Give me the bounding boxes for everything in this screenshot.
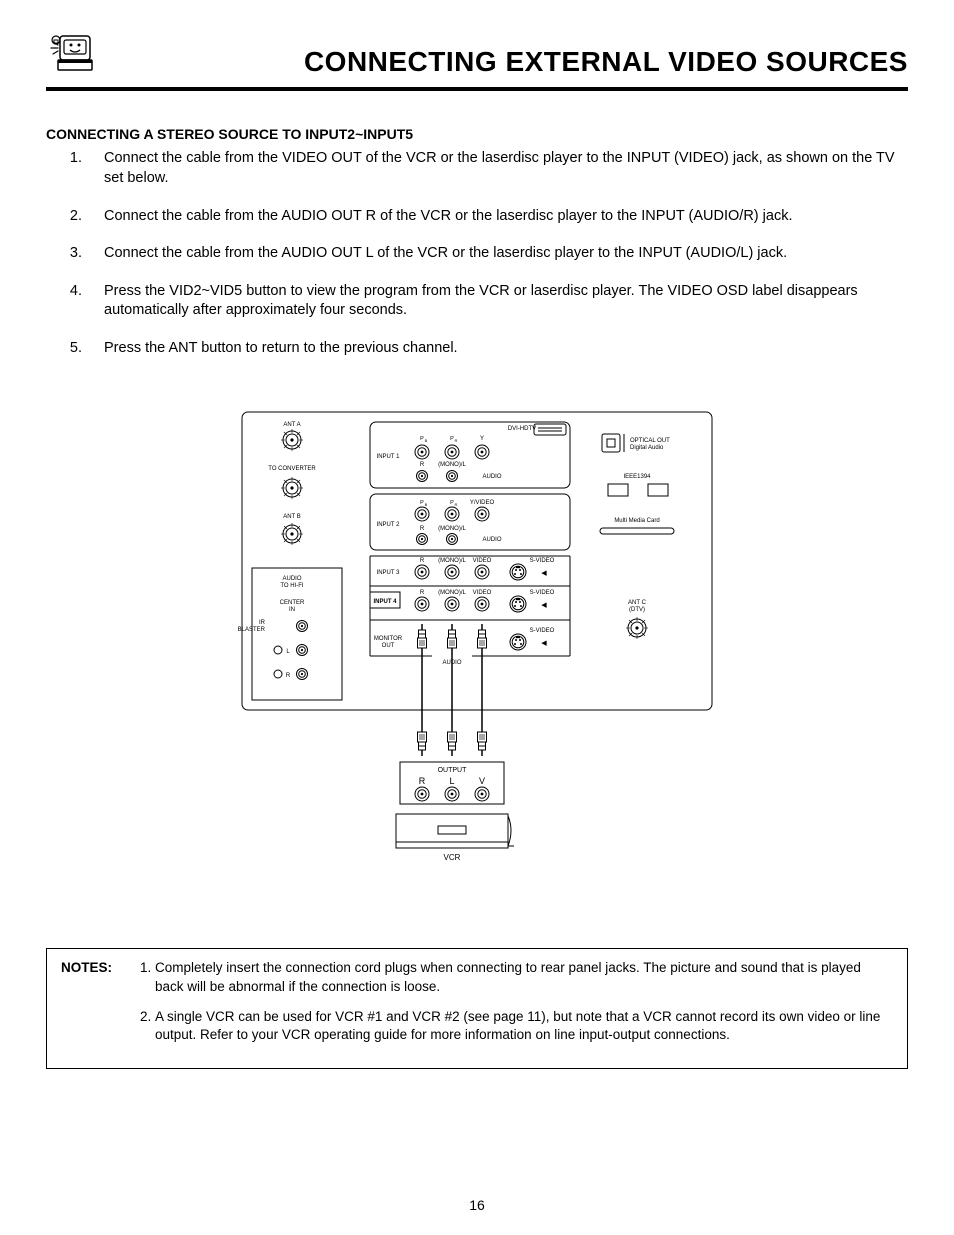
svg-text:B: B	[425, 502, 428, 507]
svg-text:INPUT 2: INPUT 2	[377, 522, 401, 528]
svg-text:MONITOR: MONITOR	[374, 636, 403, 642]
svg-text:P: P	[420, 436, 424, 442]
notes-box: NOTES: Completely insert the connection …	[46, 948, 908, 1069]
svg-text:TO CONVERTER: TO CONVERTER	[268, 466, 316, 472]
manual-mascot-icon	[46, 30, 100, 83]
page-number: 16	[0, 1196, 954, 1215]
section-subtitle: CONNECTING A STEREO SOURCE TO INPUT2~INP…	[46, 125, 908, 144]
svg-text:CENTER: CENTER	[280, 600, 305, 606]
svg-text:AUDIO: AUDIO	[482, 474, 501, 480]
notes-list: Completely insert the connection cord pl…	[131, 959, 893, 1056]
note-item: Completely insert the connection cord pl…	[155, 959, 893, 995]
svg-text:AUDIO: AUDIO	[482, 537, 501, 543]
svg-text:R: R	[420, 558, 425, 564]
svg-text:B: B	[425, 438, 428, 443]
svg-text:ANT A: ANT A	[283, 422, 300, 428]
step-item: Press the VID2~VID5 button to view the p…	[86, 282, 908, 321]
svg-text:Digital Audio: Digital Audio	[630, 445, 664, 451]
svg-text:OPTICAL OUT: OPTICAL OUT	[630, 438, 670, 444]
svg-text:R: R	[420, 462, 425, 468]
svg-text:IEEE1394: IEEE1394	[623, 474, 651, 480]
page-title: CONNECTING EXTERNAL VIDEO SOURCES	[110, 43, 908, 83]
svg-text:IN: IN	[289, 607, 295, 613]
svg-text:INPUT 1: INPUT 1	[377, 454, 401, 460]
svg-text:R: R	[419, 776, 426, 786]
svg-text:Y: Y	[480, 436, 484, 442]
step-item: Connect the cable from the AUDIO OUT L o…	[86, 244, 908, 264]
svg-text:(MONO)/L: (MONO)/L	[438, 590, 466, 596]
svg-text:VIDEO: VIDEO	[473, 590, 492, 596]
svg-text:◀: ◀	[541, 570, 547, 577]
svg-text:(MONO)/L: (MONO)/L	[438, 462, 466, 468]
svg-text:S-VIDEO: S-VIDEO	[530, 558, 555, 564]
svg-text:L: L	[449, 776, 454, 786]
step-item: Connect the cable from the VIDEO OUT of …	[86, 149, 908, 188]
svg-text:(MONO)/L: (MONO)/L	[438, 526, 466, 532]
svg-text:ANT B: ANT B	[283, 514, 301, 520]
svg-text:VCR: VCR	[444, 853, 461, 862]
steps-list: Connect the cable from the VIDEO OUT of …	[58, 149, 908, 358]
svg-text:AUDIO: AUDIO	[282, 576, 301, 582]
svg-text:(DTV): (DTV)	[629, 607, 645, 613]
svg-text:L: L	[286, 649, 290, 655]
step-item: Press the ANT button to return to the pr…	[86, 339, 908, 359]
notes-label: NOTES:	[61, 959, 131, 1056]
connection-diagram: ANT A TO CONVERTER ANT B AUDIO TO HI-FI …	[232, 408, 722, 888]
svg-text:Y/VIDEO: Y/VIDEO	[470, 500, 495, 506]
svg-text:DVI-HDTV: DVI-HDTV	[508, 426, 536, 432]
svg-text:R: R	[420, 590, 425, 596]
svg-text:INPUT 4: INPUT 4	[373, 599, 397, 605]
svg-text:IR: IR	[259, 620, 266, 626]
step-item: Connect the cable from the AUDIO OUT R o…	[86, 207, 908, 227]
svg-text:(MONO)/L: (MONO)/L	[438, 558, 466, 564]
note-item: A single VCR can be used for VCR #1 and …	[155, 1008, 893, 1044]
svg-text:OUT: OUT	[382, 643, 395, 649]
svg-text:P: P	[420, 500, 424, 506]
svg-text:R: R	[455, 502, 458, 507]
svg-text:ANT C: ANT C	[628, 600, 647, 606]
svg-text:V: V	[479, 776, 485, 786]
svg-text:BLASTER: BLASTER	[238, 627, 266, 633]
svg-text:◀: ◀	[541, 602, 547, 609]
svg-text:S-VIDEO: S-VIDEO	[530, 628, 555, 634]
svg-text:R: R	[420, 526, 425, 532]
svg-text:Multi Media Card: Multi Media Card	[614, 518, 659, 524]
svg-text:R: R	[455, 438, 458, 443]
svg-text:TO HI-FI: TO HI-FI	[280, 583, 304, 589]
title-rule	[46, 87, 908, 91]
svg-text:S-VIDEO: S-VIDEO	[530, 590, 555, 596]
svg-text:INPUT 3: INPUT 3	[377, 570, 401, 576]
svg-text:◀: ◀	[541, 640, 547, 647]
svg-text:R: R	[286, 673, 291, 679]
svg-text:OUTPUT: OUTPUT	[438, 767, 468, 774]
svg-text:VIDEO: VIDEO	[473, 558, 492, 564]
